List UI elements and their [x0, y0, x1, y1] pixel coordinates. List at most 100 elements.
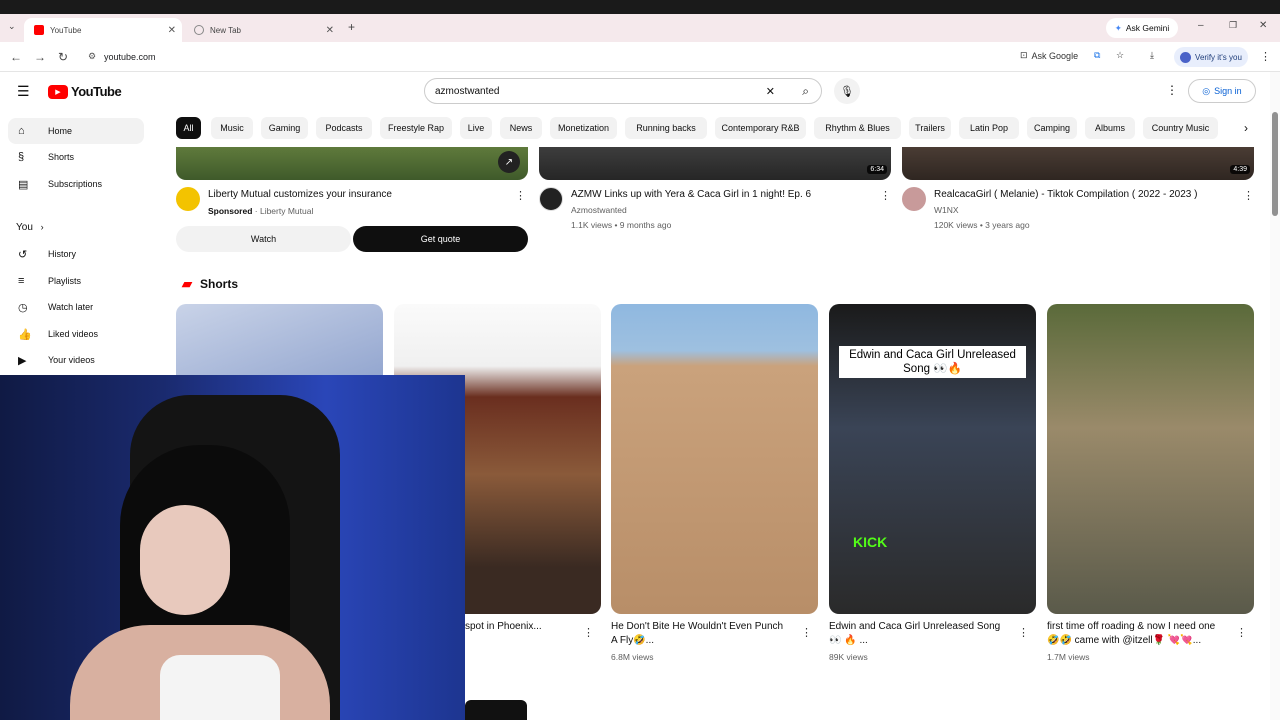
sidebar-item-shorts[interactable]: § Shorts	[8, 144, 144, 170]
install-app-icon[interactable]: ⧉	[1094, 50, 1100, 61]
chip-rhythm-blues[interactable]: Rhythm & Blues	[814, 117, 901, 139]
sidebar: ⌂ Home § Shorts ▤ Subscriptions You › ↺ …	[0, 112, 160, 382]
kick-logo-text: KICK	[853, 534, 888, 550]
restore-icon[interactable]: ❐	[1229, 20, 1237, 31]
search-box[interactable]: azmostwanted ✕ ⌕	[424, 78, 822, 104]
short-menu-icon[interactable]: ⋮	[1236, 626, 1247, 639]
ask-gemini-button[interactable]: ✦ Ask Gemini	[1106, 18, 1178, 38]
chip-music[interactable]: Music	[211, 117, 253, 139]
short-title[interactable]: first time off roading & now I need one …	[1047, 620, 1227, 648]
ad-title[interactable]: Liberty Mutual customizes your insurance	[208, 188, 392, 201]
short-thumbnail[interactable]	[1047, 304, 1254, 614]
video-menu-icon[interactable]: ⋮	[880, 189, 891, 202]
channel-name[interactable]: W1NX	[934, 203, 959, 217]
short-thumbnail[interactable]	[611, 304, 818, 614]
download-icon[interactable]: ⤓	[1150, 50, 1154, 61]
channel-avatar[interactable]	[902, 187, 926, 211]
profile-verify-button[interactable]: Verify it's you	[1174, 47, 1248, 67]
chevron-right-icon[interactable]: ›	[1244, 121, 1248, 135]
video-thumbnail[interactable]: 6:34	[539, 147, 891, 180]
next-row-thumbnail[interactable]	[465, 700, 527, 720]
sidebar-item-history[interactable]: ↺ History	[8, 241, 144, 267]
chip-country-music[interactable]: Country Music	[1143, 117, 1218, 139]
video-meta: 1.1K views • 9 months ago	[571, 220, 672, 230]
short-title[interactable]: He Don't Bite He Wouldn't Even Punch A F…	[611, 620, 791, 648]
minimize-icon[interactable]: –	[1198, 20, 1204, 31]
chip-freestyle-rap[interactable]: Freestyle Rap	[380, 117, 452, 139]
clear-search-icon[interactable]: ✕	[766, 85, 775, 98]
video-title[interactable]: RealcacaGirl ( Melanie) - Tiktok Compila…	[934, 188, 1197, 201]
back-icon[interactable]: ←	[10, 50, 22, 64]
chip-label: Live	[467, 123, 485, 133]
sidebar-item-label: Watch later	[48, 302, 94, 312]
close-window-icon[interactable]: ✕	[1259, 20, 1267, 31]
hamburger-menu-icon[interactable]: ☰	[17, 83, 30, 100]
tab-youtube[interactable]: YouTube ✕	[24, 18, 182, 42]
voice-search-button[interactable]: 🎙	[834, 78, 860, 104]
channel-avatar[interactable]	[539, 187, 563, 211]
short-title[interactable]: Edwin and Caca Girl Unreleased Song 👀 🔥 …	[829, 620, 1009, 648]
video-thumbnail[interactable]: 4:39	[902, 147, 1254, 180]
sidebar-item-label: Liked videos	[48, 329, 99, 339]
sign-in-button[interactable]: ◎ Sign in	[1188, 79, 1256, 103]
chip-monetization[interactable]: Monetization	[550, 117, 617, 139]
chip-label: Latin Pop	[969, 123, 1009, 133]
chip-news[interactable]: News	[500, 117, 542, 139]
tab-list-icon[interactable]: ⌄	[8, 21, 16, 32]
search-input[interactable]: azmostwanted	[435, 86, 821, 97]
url-field[interactable]: ⚙ youtube.com	[82, 46, 1002, 68]
get-quote-button[interactable]: Get quote	[353, 226, 528, 252]
webcam-overlay	[0, 375, 465, 720]
chip-albums[interactable]: Albums	[1085, 117, 1135, 139]
chip-latin-pop[interactable]: Latin Pop	[959, 117, 1019, 139]
tab-new-tab[interactable]: New Tab ✕	[184, 18, 340, 42]
chip-running-backs[interactable]: Running backs	[625, 117, 707, 139]
sidebar-you-section[interactable]: You ›	[16, 222, 44, 233]
sidebar-item-your-videos[interactable]: ▶ Your videos	[8, 347, 144, 373]
close-tab-icon[interactable]: ✕	[326, 25, 334, 36]
site-info-icon[interactable]: ⚙	[88, 51, 96, 62]
video-title[interactable]: AZMW Links up with Yera & Caca Girl in 1…	[571, 188, 811, 201]
chip-camping[interactable]: Camping	[1027, 117, 1077, 139]
window-top-strip	[0, 0, 1280, 14]
search-icon[interactable]: ⌕	[802, 84, 809, 99]
new-tab-icon[interactable]: +	[348, 20, 355, 34]
chip-gaming[interactable]: Gaming	[261, 117, 308, 139]
ad-thumbnail[interactable]: ↗	[176, 147, 528, 180]
ask-google-button[interactable]: ⊡ Ask Google	[1020, 50, 1078, 61]
chrome-menu-icon[interactable]: ⋮	[1260, 50, 1271, 63]
short-thumbnail[interactable]: Edwin and Caca Girl Unreleased Song 👀🔥 K…	[829, 304, 1036, 614]
short-menu-icon[interactable]: ⋮	[1018, 626, 1029, 639]
sidebar-item-playlists[interactable]: ≡ Playlists	[8, 268, 144, 294]
chip-contemporary-rnb[interactable]: Contemporary R&B	[715, 117, 806, 139]
sidebar-item-subscriptions[interactable]: ▤ Subscriptions	[8, 171, 144, 197]
video-meta: 120K views • 3 years ago	[934, 220, 1030, 230]
bookmark-star-icon[interactable]: ☆	[1116, 50, 1124, 61]
ad-meta: Sponsored · Liberty Mutual	[208, 206, 314, 216]
close-tab-icon[interactable]: ✕	[168, 25, 176, 36]
channel-name[interactable]: Azmostwanted	[571, 203, 627, 217]
external-link-icon[interactable]: ↗	[498, 151, 520, 173]
forward-icon[interactable]: →	[34, 50, 46, 64]
video-menu-icon[interactable]: ⋮	[1243, 189, 1254, 202]
short-menu-icon[interactable]: ⋮	[801, 626, 812, 639]
short-menu-icon[interactable]: ⋮	[583, 626, 594, 639]
advertiser-name[interactable]: Liberty Mutual	[260, 206, 313, 216]
scrollbar-thumb[interactable]	[1272, 112, 1278, 216]
microphone-icon: 🎙	[840, 85, 854, 98]
advertiser-avatar[interactable]	[176, 187, 200, 211]
chip-label: Music	[220, 123, 244, 133]
sidebar-item-watch-later[interactable]: ◷ Watch later	[8, 294, 144, 320]
ad-menu-icon[interactable]: ⋮	[515, 189, 526, 202]
chip-trailers[interactable]: Trailers	[909, 117, 951, 139]
settings-kebab-icon[interactable]: ⋮	[1166, 83, 1178, 97]
chip-live[interactable]: Live	[460, 117, 492, 139]
youtube-play-logo-icon: ▶	[48, 84, 68, 99]
youtube-logo[interactable]: ▶ YouTube	[48, 84, 122, 99]
chip-podcasts[interactable]: Podcasts	[316, 117, 372, 139]
sidebar-item-liked-videos[interactable]: 👍 Liked videos	[8, 321, 144, 347]
sidebar-item-home[interactable]: ⌂ Home	[8, 118, 144, 144]
watch-button[interactable]: Watch	[176, 226, 351, 252]
reload-icon[interactable]: ↻	[58, 50, 68, 64]
chip-all[interactable]: All	[176, 117, 201, 139]
